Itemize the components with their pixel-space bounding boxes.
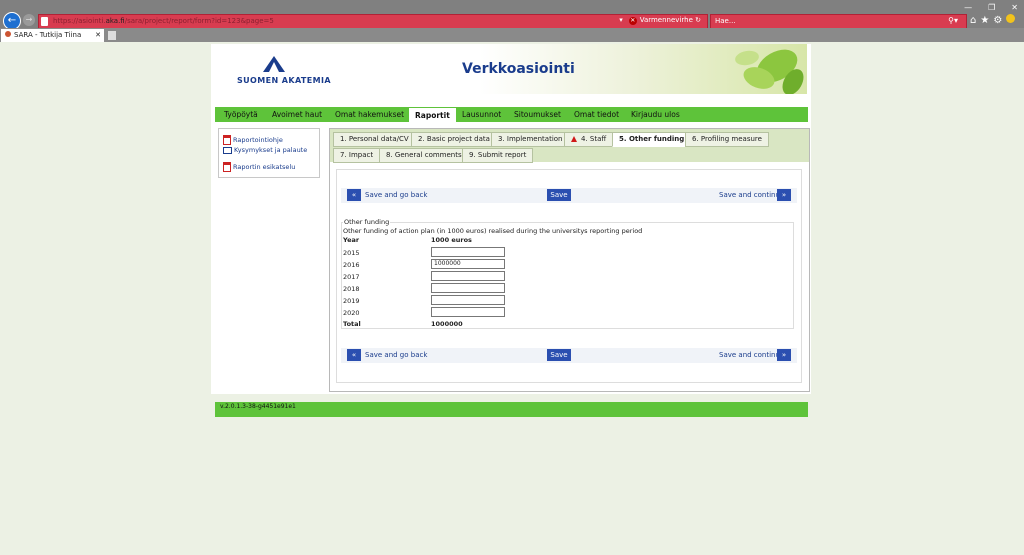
form-area: « Save and go back Save Save and continu…: [336, 169, 802, 383]
funding-input-2020[interactable]: [431, 307, 505, 317]
year-label-2016: 2016: [343, 261, 360, 269]
year-label-2019: 2019: [343, 297, 360, 305]
funding-input-2015[interactable]: [431, 247, 505, 257]
home-icon[interactable]: ⌂: [970, 15, 976, 26]
address-url: https://asiointi.aka.fi/sara/project/rep…: [53, 17, 274, 25]
column-header-euros: 1000 euros: [431, 236, 472, 244]
nav-tyopoyta[interactable]: Työpöytä: [224, 107, 258, 122]
nav-raportit[interactable]: Raportit: [409, 108, 456, 122]
minimize-icon[interactable]: —: [964, 3, 972, 12]
browser-chrome: ← → https://asiointi.aka.fi/sara/project…: [0, 0, 1024, 42]
version-label: v.2.0.1.3-38-g4451e91e1: [220, 403, 296, 410]
tab-favicon-icon: [5, 31, 11, 37]
tab-impact[interactable]: 7. Impact: [333, 148, 381, 163]
tab-basic-project-data[interactable]: 2. Basic project data: [411, 132, 497, 147]
address-bar-status: ▾ ✕ Varmennevirhe ↻: [619, 16, 701, 25]
funding-input-2018[interactable]: [431, 283, 505, 293]
page-icon: [41, 17, 48, 26]
browser-tab[interactable]: SARA - Tutkija Tiina ✕: [1, 29, 104, 42]
sidebar-link-raportointiohje[interactable]: Raportointiohje: [223, 135, 283, 145]
restore-icon[interactable]: ❐: [988, 3, 995, 12]
tab-other-funding[interactable]: 5. Other funding: [612, 132, 692, 147]
browser-tab-bar: SARA - Tutkija Tiina ✕: [0, 28, 1024, 42]
search-icon[interactable]: ⚲▾: [948, 16, 958, 25]
save-button[interactable]: Save: [547, 349, 571, 361]
close-window-icon[interactable]: ✕: [1011, 3, 1018, 12]
nav-sitoumukset[interactable]: Sitoumukset: [514, 107, 561, 122]
search-placeholder: Hae...: [715, 17, 736, 25]
next-button[interactable]: »: [777, 189, 791, 201]
sidebar-link-kysymykset[interactable]: Kysymykset ja palaute: [223, 146, 307, 154]
certificate-error-icon[interactable]: ✕: [628, 17, 637, 25]
tab-title: SARA - Tutkija Tiina: [14, 31, 82, 39]
page-container: SUOMEN AKATEMIA Verkkoasiointi Työpöytä …: [211, 44, 811, 394]
pdf-icon: [223, 135, 231, 145]
funding-input-2016[interactable]: 1000000: [431, 259, 505, 269]
report-form-panel: 1. Personal data/CV 2. Basic project dat…: [329, 128, 810, 392]
gear-icon[interactable]: ⚙: [993, 15, 1002, 26]
pdf-icon: [223, 162, 231, 172]
next-button[interactable]: »: [777, 349, 791, 361]
tab-submit-report[interactable]: 9. Submit report: [462, 148, 534, 163]
new-tab-icon[interactable]: [108, 31, 116, 40]
window-controls: — ❐ ✕: [948, 3, 1018, 12]
nav-omat-tiedot[interactable]: Omat tiedot: [574, 107, 619, 122]
suomen-akatemia-logo-icon: [263, 56, 285, 72]
feedback-smiley-icon[interactable]: [1006, 14, 1016, 23]
nav-omat-hakemukset[interactable]: Omat hakemukset: [335, 107, 404, 122]
logo-text: SUOMEN AKATEMIA: [237, 76, 331, 85]
year-label-2015: 2015: [343, 249, 360, 257]
year-label-2020: 2020: [343, 309, 360, 317]
tab-close-icon[interactable]: ✕: [95, 29, 101, 42]
total-value: 1000000: [431, 320, 463, 328]
address-bar[interactable]: https://asiointi.aka.fi/sara/project/rep…: [38, 14, 708, 29]
search-box[interactable]: Hae... ⚲▾: [710, 14, 967, 29]
nav-kirjaudu-ulos[interactable]: Kirjaudu ulos: [631, 107, 680, 122]
nav-lausunnot[interactable]: Lausunnot: [462, 107, 501, 122]
total-label: Total: [343, 320, 361, 328]
tab-staff[interactable]: 4. Staff: [564, 132, 614, 147]
site-header: SUOMEN AKATEMIA Verkkoasiointi: [211, 44, 807, 94]
save-and-continue-link[interactable]: Save and continue: [719, 351, 784, 359]
other-funding-fieldset: [341, 222, 794, 329]
main-navigation: Työpöytä Avoimet haut Omat hakemukset Ra…: [215, 107, 808, 122]
nav-avoimet-haut[interactable]: Avoimet haut: [272, 107, 322, 122]
year-label-2017: 2017: [343, 273, 360, 281]
sidebar: Raportointiohje Kysymykset ja palaute Ra…: [218, 128, 320, 178]
column-header-year: Year: [343, 236, 360, 244]
certificate-error-label[interactable]: Varmennevirhe: [640, 16, 693, 24]
tab-personal-data[interactable]: 1. Personal data/CV: [333, 132, 416, 147]
save-button[interactable]: Save: [547, 189, 571, 201]
save-and-go-back-link[interactable]: Save and go back: [365, 351, 427, 359]
bottom-button-row: « Save and go back Save Save and continu…: [341, 348, 797, 363]
mail-icon: [223, 146, 232, 154]
tab-implementation[interactable]: 3. Implementation: [491, 132, 570, 147]
tab-profiling-measure[interactable]: 6. Profiling measure: [685, 132, 769, 147]
sidebar-link-raportin-esikatselu[interactable]: Raportin esikatselu: [223, 162, 295, 172]
forward-arrow-icon[interactable]: →: [23, 14, 35, 26]
prev-button[interactable]: «: [347, 189, 361, 201]
site-footer: v.2.0.1.3-38-g4451e91e1: [215, 402, 808, 417]
funding-input-2017[interactable]: [431, 271, 505, 281]
prev-button[interactable]: «: [347, 349, 361, 361]
warning-icon: [571, 136, 577, 142]
report-tabs: 1. Personal data/CV 2. Basic project dat…: [330, 129, 809, 163]
site-title: Verkkoasiointi: [462, 61, 575, 77]
top-button-row: « Save and go back Save Save and continu…: [341, 188, 797, 203]
save-and-go-back-link[interactable]: Save and go back: [365, 191, 427, 199]
funding-input-2019[interactable]: [431, 295, 505, 305]
fieldset-description: Other funding of action plan (in 1000 eu…: [343, 227, 643, 235]
fieldset-legend: Other funding: [343, 218, 391, 226]
tab-general-comments[interactable]: 8. General comments: [379, 148, 469, 163]
browser-toolbar-icons: ⌂ ★ ⚙: [970, 14, 1019, 26]
favorites-star-icon[interactable]: ★: [980, 15, 989, 26]
year-label-2018: 2018: [343, 285, 360, 293]
leaves-decoration: [735, 49, 804, 94]
save-and-continue-link[interactable]: Save and continue: [719, 191, 784, 199]
refresh-icon[interactable]: ↻: [695, 16, 701, 24]
